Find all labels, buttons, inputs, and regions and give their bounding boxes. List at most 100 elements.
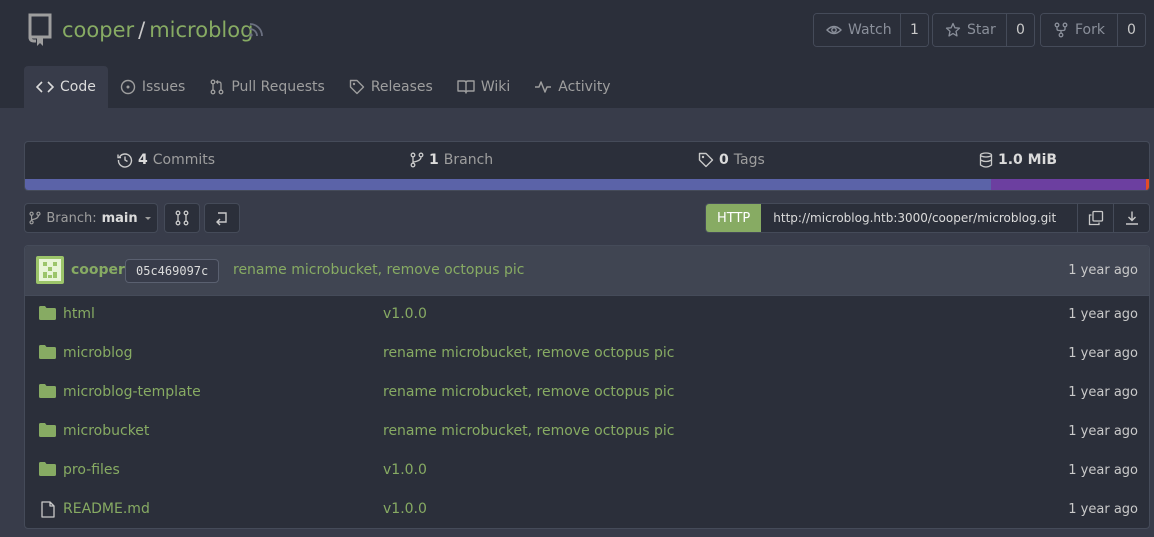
tab-wiki[interactable]: Wiki: [445, 66, 522, 108]
language-segment[interactable]: [990, 179, 1146, 190]
star-count[interactable]: 0: [1006, 14, 1034, 46]
watch-label: Watch: [848, 22, 892, 38]
file-name-link[interactable]: microblog-template: [63, 384, 201, 400]
fork-count[interactable]: 0: [1116, 14, 1145, 46]
branches-stat[interactable]: 1 Branch: [410, 152, 493, 168]
file-row: microblog rename microbucket, remove octo…: [25, 335, 1149, 374]
compare-button[interactable]: [164, 203, 200, 233]
repo-header: cooper / microblog Watch 1 Star 0 Fork 0…: [0, 0, 1154, 108]
commit-age: 1 year ago: [1068, 263, 1138, 278]
tag-icon: [349, 79, 365, 95]
fork-button[interactable]: Fork: [1041, 14, 1117, 46]
language-bar[interactable]: [25, 179, 1149, 190]
star-icon: [945, 22, 961, 38]
file-row: README.md v1.0.0 1 year ago: [25, 491, 1149, 528]
tab-releases[interactable]: Releases: [337, 66, 445, 108]
tab-label: Wiki: [480, 79, 511, 95]
history-icon: [117, 152, 133, 168]
clone-url-input[interactable]: [761, 204, 1077, 232]
branches-label: Branch: [443, 152, 494, 168]
folder-icon: [39, 384, 56, 398]
file-commit-message-link[interactable]: rename microbucket, remove octopus pic: [383, 423, 674, 439]
language-segment[interactable]: [25, 179, 991, 190]
copy-url-button[interactable]: [1077, 204, 1113, 232]
file-name-link[interactable]: html: [63, 306, 95, 322]
file-name-link[interactable]: microbucket: [63, 423, 149, 439]
file-age: 1 year ago: [1068, 424, 1138, 439]
file-row: microblog-template rename microbucket, re…: [25, 374, 1149, 413]
tab-label: Activity: [558, 79, 611, 95]
code-icon: [36, 80, 54, 94]
tag-icon: [698, 152, 714, 168]
commit-sha-button[interactable]: 05c469097c: [125, 259, 220, 283]
star-group: Star 0: [932, 13, 1035, 47]
tab-label: Pull Requests: [231, 79, 325, 95]
folder-icon: [39, 345, 56, 359]
commits-stat[interactable]: 4 Commits: [117, 152, 215, 168]
avatar[interactable]: [36, 256, 64, 284]
history-button[interactable]: [204, 203, 240, 233]
repo-title: cooper / microblog: [62, 18, 253, 42]
repo-stats: 4 Commits 1 Branch 0 Tags 1.0 MiB: [24, 141, 1150, 191]
download-button[interactable]: [1113, 204, 1149, 232]
latest-commit-row: cooper 05c469097c rename microbucket, re…: [25, 246, 1149, 296]
branch-selector[interactable]: Branch: main: [24, 203, 158, 233]
file-name-link[interactable]: README.md: [63, 501, 150, 517]
file-row: pro-files v1.0.0 1 year ago: [25, 452, 1149, 491]
branch-prefix: Branch:: [46, 210, 97, 226]
file-row: html v1.0.0 1 year ago: [25, 296, 1149, 335]
repo-size: 1.0 MiB: [998, 152, 1058, 168]
tab-activity[interactable]: Activity: [522, 66, 622, 108]
tags-count: 0: [719, 152, 729, 168]
pulse-icon: [534, 79, 552, 95]
database-icon: [979, 152, 993, 168]
chevron-down-icon: [143, 213, 153, 223]
star-label: Star: [967, 22, 996, 38]
commits-count: 4: [138, 152, 148, 168]
size-stat: 1.0 MiB: [979, 152, 1057, 168]
language-segment[interactable]: [1145, 179, 1149, 190]
file-commit-message-link[interactable]: v1.0.0: [383, 501, 427, 517]
pull-request-icon: [209, 79, 225, 95]
file-commit-message-link[interactable]: v1.0.0: [383, 306, 427, 322]
watch-button[interactable]: Watch: [814, 14, 900, 46]
watch-group: Watch 1: [813, 13, 929, 47]
pull-request-icon: [174, 210, 190, 226]
tab-issues[interactable]: Issues: [108, 66, 198, 108]
tab-code[interactable]: Code: [24, 66, 108, 108]
tags-stat[interactable]: 0 Tags: [698, 152, 765, 168]
tab-pull-requests[interactable]: Pull Requests: [197, 66, 336, 108]
file-name-link[interactable]: microblog: [63, 345, 132, 361]
clone-panel: HTTP: [705, 203, 1150, 233]
tab-label: Issues: [141, 79, 186, 95]
repo-name-link[interactable]: microblog: [149, 18, 253, 42]
file-commit-message-link[interactable]: rename microbucket, remove octopus pic: [383, 384, 674, 400]
watch-count[interactable]: 1: [900, 14, 928, 46]
file-row: microbucket rename microbucket, remove oc…: [25, 413, 1149, 452]
file-table: cooper 05c469097c rename microbucket, re…: [24, 245, 1150, 529]
repo-icon: [26, 13, 54, 47]
file-name-link[interactable]: pro-files: [63, 462, 120, 478]
commit-message-link[interactable]: rename microbucket, remove octopus pic: [233, 262, 524, 278]
tab-label: Code: [60, 79, 96, 95]
folder-icon: [39, 462, 56, 476]
copy-icon: [1088, 210, 1104, 226]
clone-protocol-button[interactable]: HTTP: [706, 204, 762, 232]
commits-label: Commits: [152, 152, 216, 168]
tab-label: Releases: [370, 79, 433, 95]
history-icon: [214, 210, 230, 226]
repo-owner-link[interactable]: cooper: [62, 18, 134, 42]
star-button[interactable]: Star: [933, 14, 1006, 46]
repo-tabs: Code Issues Pull Requests Releases Wiki: [24, 66, 623, 108]
rss-icon[interactable]: [248, 22, 264, 38]
download-icon: [1124, 210, 1140, 226]
file-age: 1 year ago: [1068, 346, 1138, 361]
book-icon: [457, 79, 475, 95]
file-commit-message-link[interactable]: rename microbucket, remove octopus pic: [383, 345, 674, 361]
commit-author-link[interactable]: cooper: [71, 262, 125, 278]
eye-icon: [826, 22, 842, 38]
repo-separator: /: [138, 18, 146, 42]
branch-icon: [29, 211, 41, 225]
file-age: 1 year ago: [1068, 385, 1138, 400]
file-commit-message-link[interactable]: v1.0.0: [383, 462, 427, 478]
